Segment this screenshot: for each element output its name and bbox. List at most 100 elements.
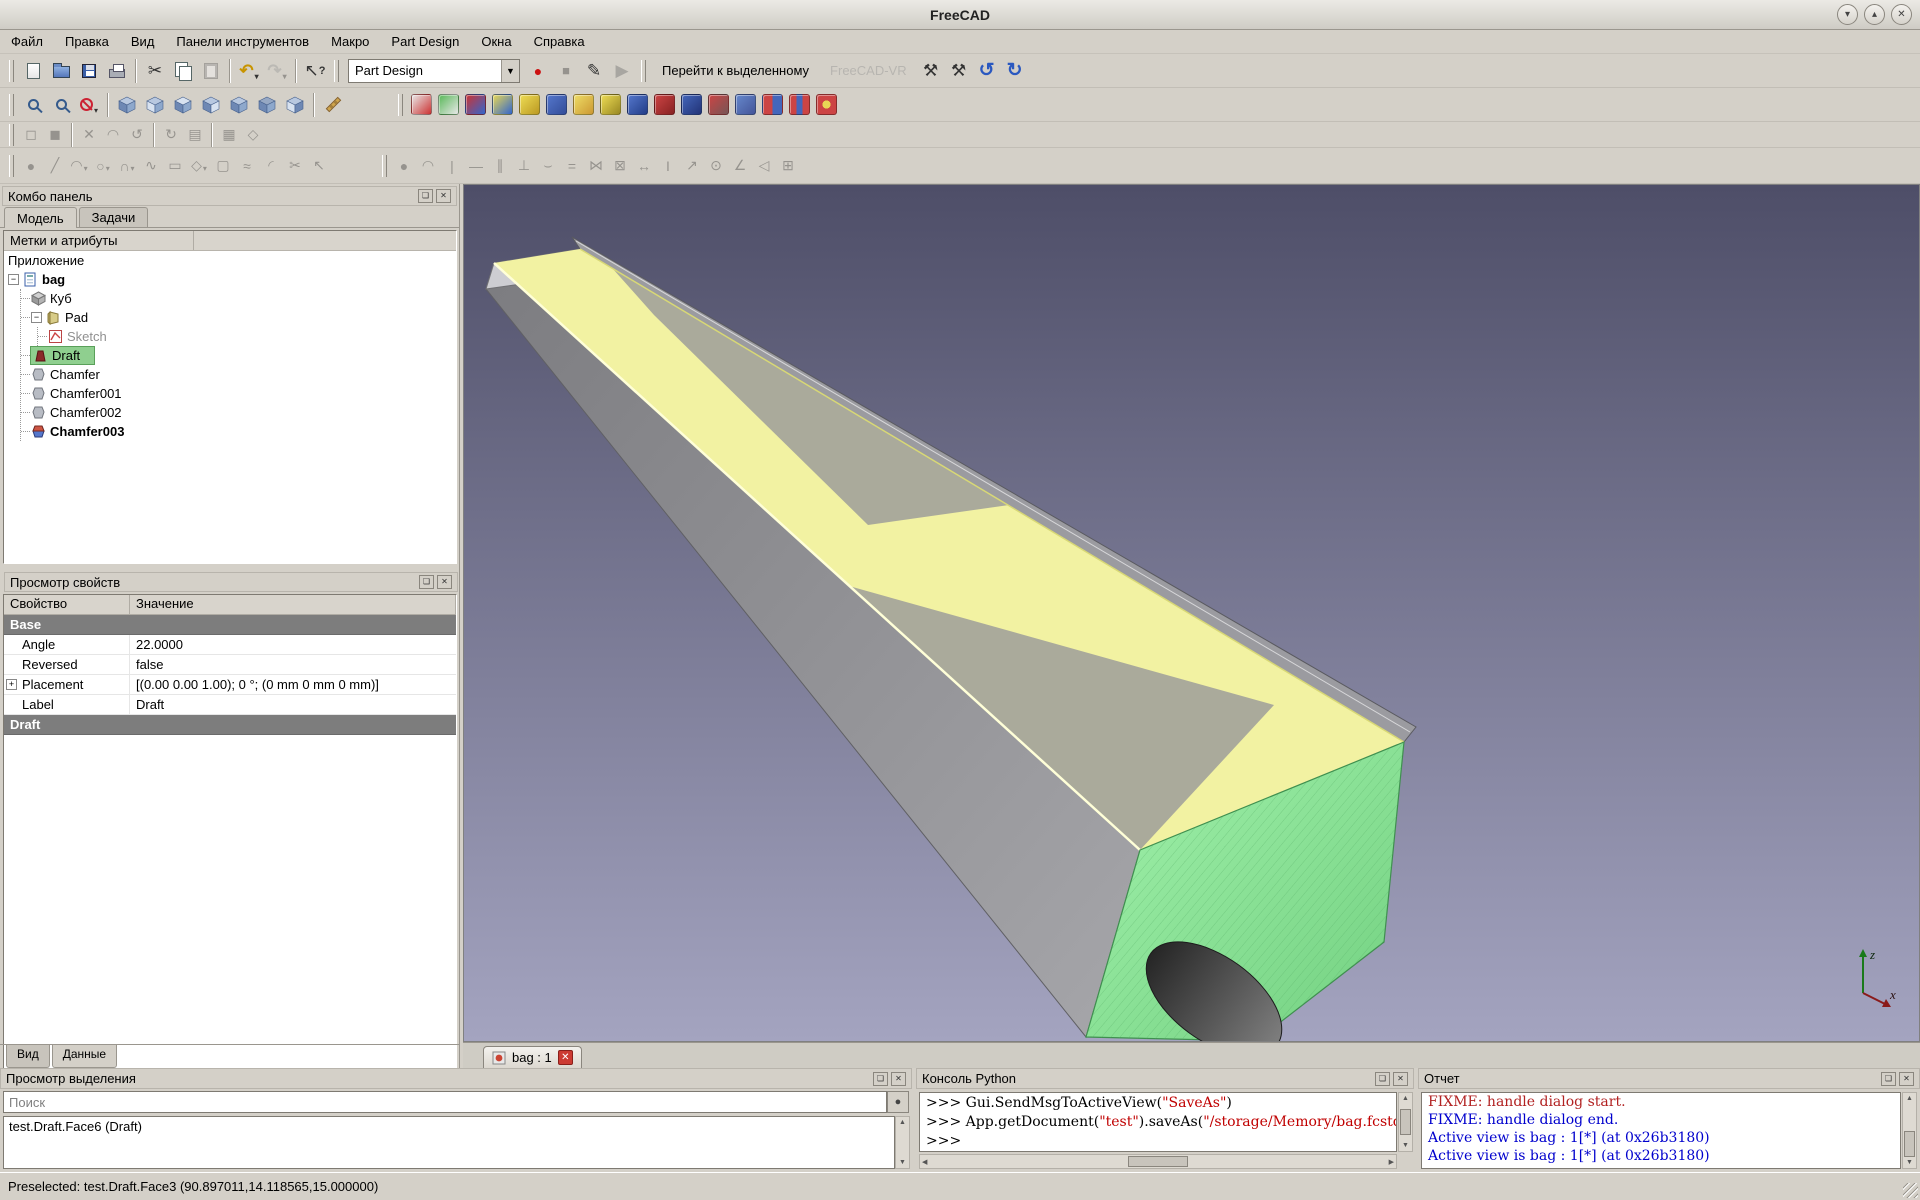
combo-panel-titlebar[interactable]: Комбо панель ❏ ✕ [2,186,457,206]
scrollbar-vertical[interactable]: ▲ ▼ [895,1116,910,1169]
property-panel-titlebar[interactable]: Просмотр свойств ❏ ✕ [4,572,458,592]
polar-pattern-icon[interactable] [816,94,837,115]
select-elements-icon[interactable]: ◻ [19,124,43,146]
tree-item-chamfer[interactable]: Chamfer [21,365,456,384]
scrollbar-vertical[interactable]: ▲ ▼ [1902,1092,1917,1169]
tangent-constraint-icon[interactable]: ⌣ [536,155,560,177]
report-view-titlebar[interactable]: Отчет ❏ ✕ [1418,1068,1920,1089]
expand-icon[interactable]: + [6,679,17,690]
undo-icon[interactable]: ↶▾ [235,57,263,85]
edit-sketch-icon[interactable] [438,94,459,115]
edit-macro-icon[interactable]: ✎ [580,57,608,85]
slot-icon[interactable]: ▢ [211,155,235,177]
scroll-down-icon[interactable]: ▼ [897,1157,908,1168]
property-row-reversed[interactable]: Reversed false [4,655,456,675]
close-panel-icon[interactable]: ✕ [436,189,451,203]
polyline-icon[interactable]: ∿ [139,155,163,177]
tree-item-cube[interactable]: Куб [21,289,456,308]
menu-view[interactable]: Вид [120,31,166,52]
tree-item-document-bag[interactable]: − bag [4,270,456,289]
map-sketch-icon[interactable] [465,94,486,115]
redo-sketch-icon[interactable]: ↻ [159,124,183,146]
tree-header[interactable]: Метки и атрибуты [4,231,456,251]
restore-geometry-icon[interactable]: ◠ [101,124,125,146]
conic-icon[interactable]: ∩▾ [115,155,139,177]
view-section-icon[interactable]: ▤ [183,124,207,146]
selection-list-item[interactable]: test.Draft.Face6 (Draft) [9,1119,889,1134]
trim-icon[interactable]: ✂ [283,155,307,177]
3d-scene[interactable] [464,185,1920,1042]
symmetric-constraint-icon[interactable]: ⋈ [584,155,608,177]
toolbar-handle[interactable] [9,124,14,146]
mirrored-icon[interactable] [762,94,783,115]
polygon-icon[interactable]: ◇▾ [187,155,211,177]
draw-style-icon[interactable]: ▾ [75,91,103,119]
horizontal-constraint-icon[interactable]: — [464,155,488,177]
menu-partdesign[interactable]: Part Design [380,31,470,52]
view-right-icon[interactable] [197,91,225,119]
tree-item-draft[interactable]: Draft [21,346,456,365]
tree-item-pad[interactable]: − Pad [21,308,456,327]
debug-macro-icon[interactable]: ▶ [608,57,636,85]
shade-window-button[interactable]: ▾ [1837,4,1858,25]
transform-right-icon[interactable]: ⚒ [945,57,973,85]
scrollbar-vertical[interactable]: ▲ ▼ [1398,1092,1413,1152]
revolution-icon[interactable] [600,94,621,115]
toolbar-handle[interactable] [398,94,403,116]
block-constraint-icon[interactable]: ⊠ [608,155,632,177]
scroll-right-icon[interactable]: ▶ [1387,1156,1396,1168]
resize-grip[interactable] [1903,1183,1918,1198]
grid-toggle-icon[interactable]: ▦ [217,124,241,146]
maximize-window-button[interactable]: ▴ [1864,4,1885,25]
menu-macro[interactable]: Макро [320,31,380,52]
scroll-up-icon[interactable]: ▲ [1904,1093,1915,1104]
linear-pattern-icon[interactable] [789,94,810,115]
external-geometry-icon[interactable]: ↖ [307,155,331,177]
float-panel-icon[interactable]: ❏ [1375,1072,1390,1086]
toggle-constraint-icon[interactable]: ⊞ [776,155,800,177]
tree-item-chamfer002[interactable]: Chamfer002 [21,403,456,422]
parallel-constraint-icon[interactable]: ∥ [488,155,512,177]
view-rear-icon[interactable] [225,91,253,119]
scroll-up-icon[interactable]: ▲ [1400,1093,1411,1104]
chamfer-icon[interactable] [681,94,702,115]
tree-item-chamfer003[interactable]: Chamfer003 [21,422,456,441]
coincident-constraint-icon[interactable]: ● [392,155,416,177]
perpendicular-constraint-icon[interactable]: ⊥ [512,155,536,177]
scroll-up-icon[interactable]: ▲ [897,1117,908,1128]
measure-distance-icon[interactable] [319,91,347,119]
fillet-icon[interactable] [654,94,675,115]
python-console-output[interactable]: >>> Gui.SendMsgToActiveView("SaveAs") >>… [919,1092,1397,1152]
toolbar-handle[interactable] [334,60,339,82]
thickness-icon[interactable] [735,94,756,115]
distance-x-icon[interactable]: ↔ [632,155,656,177]
point-icon[interactable]: ● [19,155,43,177]
fit-all-icon[interactable] [19,91,47,119]
transform-left-icon[interactable]: ⚒ [917,57,945,85]
chevron-down-icon[interactable]: ▼ [501,60,519,82]
menu-help[interactable]: Справка [523,31,596,52]
report-view-output[interactable]: FIXME: handle dialog start. FIXME: handl… [1421,1092,1901,1169]
menu-edit[interactable]: Правка [54,31,120,52]
point-on-object-icon[interactable]: ◠ [416,155,440,177]
view-axonometric-icon[interactable] [113,91,141,119]
toolbar-handle[interactable] [382,155,387,177]
selection-search-input[interactable] [3,1091,887,1113]
groove-icon[interactable] [627,94,648,115]
paste-icon[interactable] [197,57,225,85]
property-row-placement[interactable]: +Placement [(0.00 0.00 1.00); 0 °; (0 mm… [4,675,456,695]
record-macro-icon[interactable]: ● [524,57,552,85]
float-panel-icon[interactable]: ❏ [1881,1072,1896,1086]
create-sketch-icon[interactable] [411,94,432,115]
workbench-selector[interactable]: Part Design ▼ [348,59,520,83]
pad-icon[interactable] [519,94,540,115]
save-icon[interactable] [75,57,103,85]
snap-toggle-icon[interactable]: ◇ [241,124,265,146]
close-panel-icon[interactable]: ✕ [891,1072,906,1086]
property-row-label[interactable]: Label Draft [4,695,456,715]
scroll-left-icon[interactable]: ◀ [920,1156,929,1168]
tree-root-application[interactable]: Приложение [4,251,456,270]
scroll-down-icon[interactable]: ▼ [1400,1140,1411,1151]
toolbar-handle[interactable] [9,155,14,177]
distance-icon[interactable]: ↗ [680,155,704,177]
